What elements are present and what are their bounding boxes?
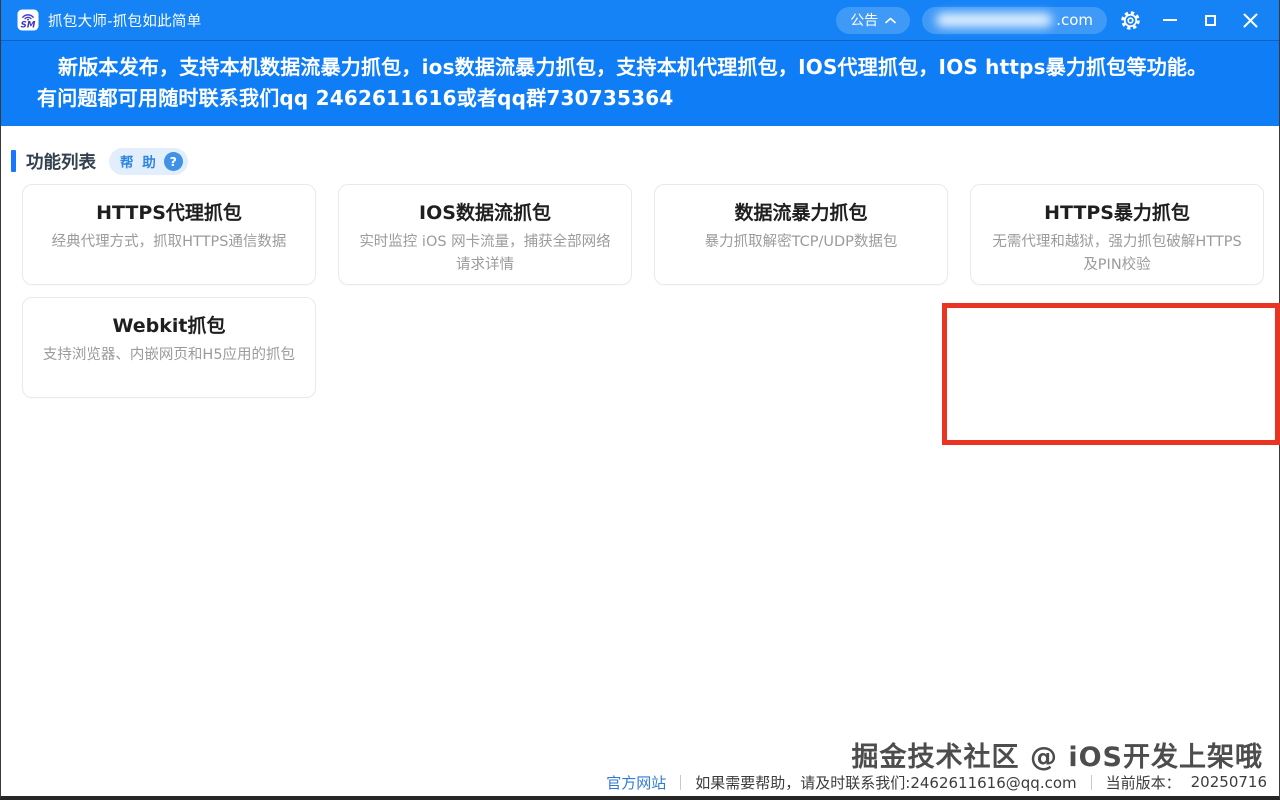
maximize-button[interactable] — [1193, 5, 1227, 35]
feature-card-title: 数据流暴力抓包 — [671, 200, 931, 227]
app-logo-icon: SM — [17, 9, 39, 31]
close-icon — [1243, 13, 1258, 28]
version-value: 20250716 — [1191, 773, 1267, 791]
announcement-label: 公告 — [850, 10, 878, 30]
footer-divider — [680, 775, 681, 790]
main-content: 功能列表 帮 助 ? HTTPS代理抓包 经典代理方式，抓取HTTPS通信数据 … — [1, 126, 1279, 796]
help-button[interactable]: 帮 助 ? — [109, 148, 188, 175]
feature-card-desc: 实时监控 iOS 网卡流量，捕获全部网络请求详情 — [355, 231, 615, 277]
feature-card-desc: 暴力抓取解密TCP/UDP数据包 — [671, 231, 931, 254]
announcement-text: 新版本发布，支持本机数据流暴力抓包，ios数据流暴力抓包，支持本机代理抓包，IO… — [37, 52, 1213, 114]
feature-card-1[interactable]: HTTPS代理抓包 经典代理方式，抓取HTTPS通信数据 — [22, 184, 316, 285]
domain-button[interactable]: .com — [922, 7, 1107, 34]
feature-card-title: Webkit抓包 — [39, 313, 299, 340]
minimize-icon — [1163, 19, 1177, 21]
section-title: 功能列表 — [26, 149, 96, 174]
footer-help-text: 如果需要帮助，请及时联系我们:2462611616@qq.com — [695, 772, 1076, 793]
title-bar: SM 抓包大师-抓包如此简单 公告 .com — [1, 0, 1279, 40]
official-site-link[interactable]: 官方网站 — [606, 772, 666, 793]
close-button[interactable] — [1233, 5, 1267, 35]
gear-icon — [1120, 10, 1141, 31]
feature-card-desc: 支持浏览器、内嵌网页和H5应用的抓包 — [39, 344, 299, 367]
redacted-domain-blur — [936, 13, 1052, 27]
app-window: SM 抓包大师-抓包如此简单 公告 .com — [0, 0, 1280, 800]
feature-card-title: IOS数据流抓包 — [355, 200, 615, 227]
feature-card-5[interactable]: Webkit抓包 支持浏览器、内嵌网页和H5应用的抓包 — [22, 297, 316, 398]
help-question-icon: ? — [164, 152, 183, 171]
version-info: 当前版本： 20250716 — [1106, 772, 1267, 793]
feature-card-2[interactable]: IOS数据流抓包 实时监控 iOS 网卡流量，捕获全部网络请求详情 — [338, 184, 632, 285]
section-header: 功能列表 帮 助 ? — [1, 126, 1279, 178]
feature-card-title: HTTPS暴力抓包 — [987, 200, 1247, 227]
version-label: 当前版本： — [1106, 772, 1181, 793]
feature-card-3[interactable]: 数据流暴力抓包 暴力抓取解密TCP/UDP数据包 — [654, 184, 948, 285]
feature-card-desc: 无需代理和越狱，强力抓包破解HTTPS及PIN校验 — [987, 231, 1247, 277]
maximize-icon — [1205, 15, 1216, 26]
window-title: 抓包大师-抓包如此简单 — [48, 10, 202, 31]
feature-card-desc: 经典代理方式，抓取HTTPS通信数据 — [39, 231, 299, 254]
domain-suffix: .com — [1056, 11, 1093, 29]
section-accent-bar — [11, 150, 16, 172]
settings-button[interactable] — [1113, 5, 1147, 35]
help-label: 帮 助 — [120, 151, 158, 171]
svg-text:SM: SM — [21, 20, 36, 30]
announcement-banner: 新版本发布，支持本机数据流暴力抓包，ios数据流暴力抓包，支持本机代理抓包，IO… — [1, 40, 1279, 126]
footer-bar: 官方网站 如果需要帮助，请及时联系我们:2462611616@qq.com 当前… — [606, 769, 1267, 795]
cards-grid: HTTPS代理抓包 经典代理方式，抓取HTTPS通信数据 IOS数据流抓包 实时… — [1, 184, 1279, 398]
feature-card-4[interactable]: HTTPS暴力抓包 无需代理和越狱，强力抓包破解HTTPS及PIN校验 — [970, 184, 1264, 285]
feature-card-title: HTTPS代理抓包 — [39, 200, 299, 227]
minimize-button[interactable] — [1153, 5, 1187, 35]
footer-divider — [1091, 775, 1092, 790]
chevron-up-icon — [885, 17, 896, 24]
announcement-button[interactable]: 公告 — [836, 7, 910, 34]
